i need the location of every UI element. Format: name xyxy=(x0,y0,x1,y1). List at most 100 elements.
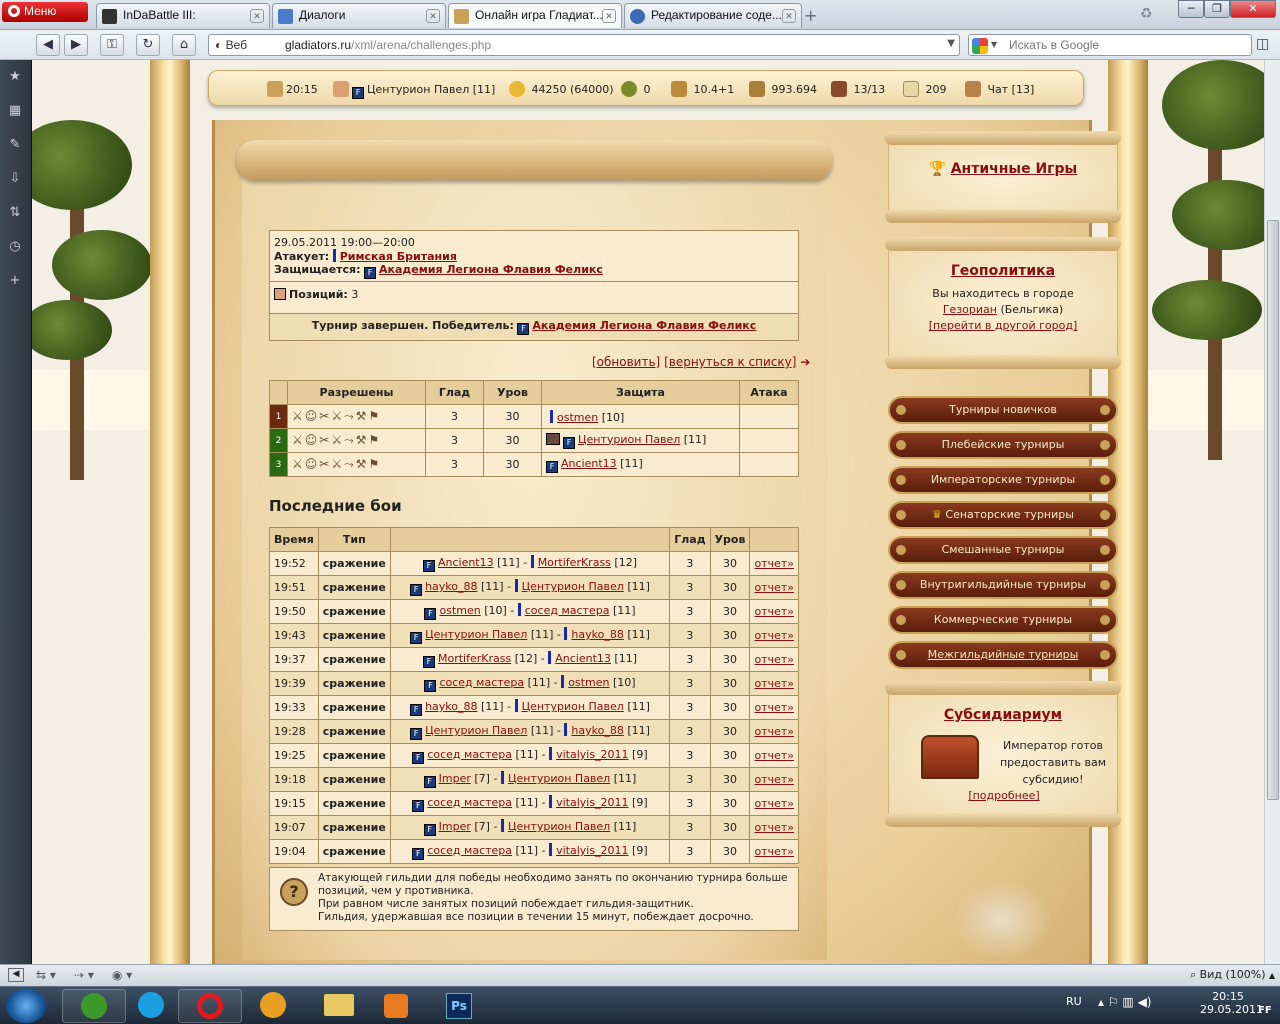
images-icon[interactable]: ◉ ▾ xyxy=(112,968,132,982)
minimize-button[interactable]: ─ xyxy=(1178,0,1204,18)
forward-icon[interactable]: ▶ xyxy=(64,34,88,56)
fighter-2-link[interactable]: Центурион Павел xyxy=(522,580,624,593)
new-tab-button[interactable]: + xyxy=(804,6,817,25)
geopolitics-title[interactable]: Геополитика xyxy=(889,263,1117,279)
photoshop-taskbar-icon[interactable]: Ps xyxy=(430,989,494,1023)
tournament-button-6[interactable]: Коммерческие турниры xyxy=(888,606,1118,634)
turbo-icon[interactable]: ⇢ ▾ xyxy=(74,968,94,982)
language-indicator[interactable]: RU xyxy=(1066,995,1082,1008)
ancient-games-link[interactable]: Античные Игры xyxy=(951,161,1077,177)
winner-guild-link[interactable]: Академия Легиона Флавия Феликс xyxy=(532,319,756,332)
fighter-1-link[interactable]: hayko_88 xyxy=(425,700,477,713)
zoom-control[interactable]: ⌕ Вид (100%) ▲ xyxy=(1190,968,1275,982)
mail-indicator[interactable]: 209 xyxy=(903,81,947,97)
reload-icon[interactable]: ↻ xyxy=(136,34,160,56)
fighter-2-link[interactable]: vitalyis_2011 xyxy=(556,748,628,761)
history-icon[interactable]: ◷ xyxy=(6,238,24,256)
opera-menu-button[interactable]: Меню xyxy=(2,2,88,22)
tournament-button-5[interactable]: Внутригильдийные турниры xyxy=(888,571,1118,599)
panel-toggle-icon[interactable]: ◫ xyxy=(1256,36,1269,52)
defender-guild-link[interactable]: Академия Легиона Флавия Феликс xyxy=(379,263,603,276)
refresh-link[interactable]: [обновить] xyxy=(592,355,660,369)
report-link[interactable]: отчет» xyxy=(754,773,794,786)
key-icon[interactable]: ⚿ xyxy=(100,34,124,56)
fighter-2-link[interactable]: MortiferKrass xyxy=(538,556,611,569)
report-link[interactable]: отчет» xyxy=(754,653,794,666)
aimp-taskbar-icon[interactable] xyxy=(242,989,306,1023)
fighter-2-link[interactable]: Центурион Павел xyxy=(508,772,610,785)
tournament-button-2[interactable]: Императорские турниры xyxy=(888,466,1118,494)
opera-taskbar-icon[interactable] xyxy=(178,989,242,1023)
fighter-2-link[interactable]: Центурион Павел xyxy=(522,700,624,713)
report-link[interactable]: отчет» xyxy=(754,677,794,690)
bookmarks-icon[interactable]: ★ xyxy=(6,68,24,86)
tournament-button-1[interactable]: Плебейские турниры xyxy=(888,431,1118,459)
chevron-down-icon[interactable]: ▼ xyxy=(947,38,955,49)
fighter-2-link[interactable]: hayko_88 xyxy=(571,628,623,641)
defender-link[interactable]: Центурион Павел xyxy=(578,433,680,446)
home-icon[interactable]: ⌂ xyxy=(172,34,196,56)
fighter-2-link[interactable]: vitalyis_2011 xyxy=(556,796,628,809)
fighter-1-link[interactable]: сосед мастера xyxy=(427,796,512,809)
fighter-1-link[interactable]: сосед мастера xyxy=(427,748,512,761)
subsidiarium-title[interactable]: Субсидиариум xyxy=(889,707,1117,723)
change-city-link[interactable]: [перейти в другой город] xyxy=(889,319,1117,332)
report-link[interactable]: отчет» xyxy=(754,845,794,858)
widgets-icon[interactable]: ▦ xyxy=(6,102,24,120)
sync-icon[interactable]: ⇆ ▾ xyxy=(36,968,56,982)
fighter-2-link[interactable]: ostmen xyxy=(568,676,609,689)
player-indicator[interactable]: F Центурион Павел [11] xyxy=(333,81,495,99)
tab-1[interactable]: InDaBattle III: ✕ xyxy=(96,3,270,28)
start-button[interactable] xyxy=(6,989,46,1023)
close-icon[interactable]: ✕ xyxy=(426,9,440,23)
address-bar[interactable]: ◐ Веб gladiators.ru/xml/arena/challenges… xyxy=(208,34,960,56)
tray-icons[interactable]: ▴ ⚐ ▥ ◀) xyxy=(1098,995,1151,1009)
panel-toggle-icon[interactable]: ◀ xyxy=(8,968,24,982)
report-link[interactable]: отчет» xyxy=(754,629,794,642)
close-icon[interactable]: ✕ xyxy=(250,9,264,23)
defender-link[interactable]: ostmen xyxy=(557,411,598,424)
notes-icon[interactable]: ✎ xyxy=(6,136,24,154)
report-link[interactable]: отчет» xyxy=(754,749,794,762)
defender-link[interactable]: Ancient13 xyxy=(561,457,617,470)
report-link[interactable]: отчет» xyxy=(754,797,794,810)
fighter-2-link[interactable]: hayko_88 xyxy=(571,724,623,737)
tournament-button-3[interactable]: ♛ Сенаторские турниры xyxy=(888,501,1118,529)
back-icon[interactable]: ◀ xyxy=(36,34,60,56)
maximize-button[interactable]: ❐ xyxy=(1204,0,1230,18)
fighter-1-link[interactable]: Центурион Павел xyxy=(425,724,527,737)
transfers-icon[interactable]: ⇅ xyxy=(6,204,24,222)
attacker-guild-link[interactable]: Римская Британия xyxy=(340,250,457,263)
chat-link[interactable]: Чат [13] xyxy=(965,81,1034,97)
media-player-taskbar-icon[interactable] xyxy=(366,989,430,1023)
report-link[interactable]: отчет» xyxy=(754,701,794,714)
add-panel-icon[interactable]: + xyxy=(6,272,24,290)
report-link[interactable]: отчет» xyxy=(754,605,794,618)
more-link[interactable]: [подробнее] xyxy=(889,789,1119,802)
close-window-button[interactable]: ✕ xyxy=(1230,0,1276,18)
close-icon[interactable]: ✕ xyxy=(782,9,796,23)
tab-3[interactable]: Онлайн игра Гладиат... ✕ xyxy=(448,3,622,28)
report-link[interactable]: отчет» xyxy=(754,821,794,834)
fighter-1-link[interactable]: Imper xyxy=(439,772,471,785)
clock[interactable]: 20:15 29.05.2011 xyxy=(1200,990,1263,1016)
tournament-button-7[interactable]: Межгильдийные турниры xyxy=(888,641,1118,669)
tab-2[interactable]: Диалоги ✕ xyxy=(272,3,446,28)
fighter-2-link[interactable]: vitalyis_2011 xyxy=(556,844,628,857)
utorrent-taskbar-icon[interactable] xyxy=(62,989,126,1023)
back-to-list-link[interactable]: [вернуться к списку] xyxy=(664,355,796,369)
trash-icon[interactable]: ♻ xyxy=(1140,6,1160,24)
fighter-1-link[interactable]: ostmen xyxy=(439,604,480,617)
explorer-taskbar-icon[interactable] xyxy=(306,989,370,1023)
tournament-button-0[interactable]: Турниры новичков xyxy=(888,396,1118,424)
fighter-1-link[interactable]: MortiferKrass xyxy=(438,652,511,665)
fighter-1-link[interactable]: Imper xyxy=(439,820,471,833)
close-icon[interactable]: ✕ xyxy=(602,9,616,23)
downloads-icon[interactable]: ⇩ xyxy=(6,170,24,188)
fighter-1-link[interactable]: Ancient13 xyxy=(438,556,494,569)
fighter-2-link[interactable]: Центурион Павел xyxy=(508,820,610,833)
tournament-button-4[interactable]: Смешанные турниры xyxy=(888,536,1118,564)
report-link[interactable]: отчет» xyxy=(754,557,794,570)
fighter-2-link[interactable]: Ancient13 xyxy=(555,652,611,665)
fighter-2-link[interactable]: сосед мастера xyxy=(525,604,610,617)
